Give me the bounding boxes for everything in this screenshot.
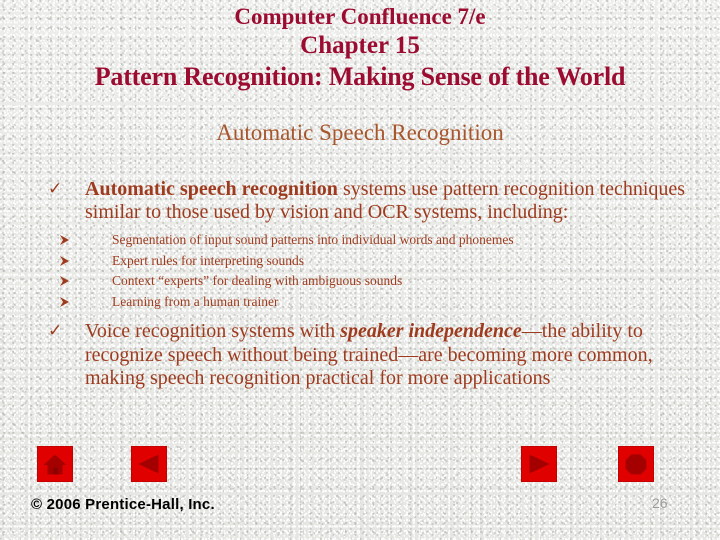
next-button[interactable] <box>521 446 557 482</box>
sub-bullet-item-2: Expert rules for interpreting sounds <box>0 251 720 272</box>
arrow-bullet-icon <box>58 271 72 291</box>
arrow-bullet-icon <box>58 230 72 250</box>
page-number: 26 <box>652 495 668 511</box>
sub-bullet-label: Context “experts” for dealing with ambig… <box>112 273 403 289</box>
bullet-2-emphasis: speaker independence <box>340 320 522 343</box>
home-button[interactable] <box>37 446 73 482</box>
sub-bullet-label: Segmentation of input sound patterns int… <box>112 232 514 248</box>
checkmark-icon: ✓ <box>48 321 63 341</box>
triangle-right-icon <box>529 454 550 474</box>
previous-button[interactable] <box>131 446 167 482</box>
slide-canvas: Computer Confluence 7/e Chapter 15 Patte… <box>0 0 720 540</box>
title-line-3: Pattern Recognition: Making Sense of the… <box>94 61 626 91</box>
home-icon <box>43 454 67 475</box>
sub-bullet-label: Learning from a human trainer <box>112 293 279 309</box>
bullet-item-2: ✓ Voice recognition systems with speaker… <box>0 320 720 390</box>
title-line-2: Chapter 15 <box>300 32 420 60</box>
bullet-item-1: ✓ Automatic speech recognition systems u… <box>0 178 720 224</box>
slide-body: ✓ Automatic speech recognition systems u… <box>0 178 720 392</box>
octagon-icon <box>625 454 647 475</box>
slide-subtitle: Automatic Speech Recognition <box>216 120 504 145</box>
sub-bullet-item-4: Learning from a human trainer <box>0 292 720 313</box>
arrow-bullet-icon <box>58 292 72 312</box>
sub-bullet-item-1: Segmentation of input sound patterns int… <box>0 230 720 251</box>
bullet-2-text-part1: Voice recognition systems with <box>85 320 341 343</box>
sub-bullet-item-3: Context “experts” for dealing with ambig… <box>0 271 720 292</box>
arrow-bullet-icon <box>58 251 72 271</box>
bullet-1-bold-lead: Automatic speech recognition <box>85 178 338 200</box>
sub-bullet-list: Segmentation of input sound patterns int… <box>0 230 720 312</box>
slide-title-block: Computer Confluence 7/e Chapter 15 Patte… <box>0 4 720 91</box>
triangle-left-icon <box>138 454 159 474</box>
checkmark-icon: ✓ <box>48 179 63 198</box>
end-button[interactable] <box>618 446 654 482</box>
title-line-1: Computer Confluence 7/e <box>234 4 486 29</box>
copyright-notice: © 2006 Prentice-Hall, Inc. <box>31 496 215 513</box>
sub-bullet-label: Expert rules for interpreting sounds <box>112 252 304 268</box>
